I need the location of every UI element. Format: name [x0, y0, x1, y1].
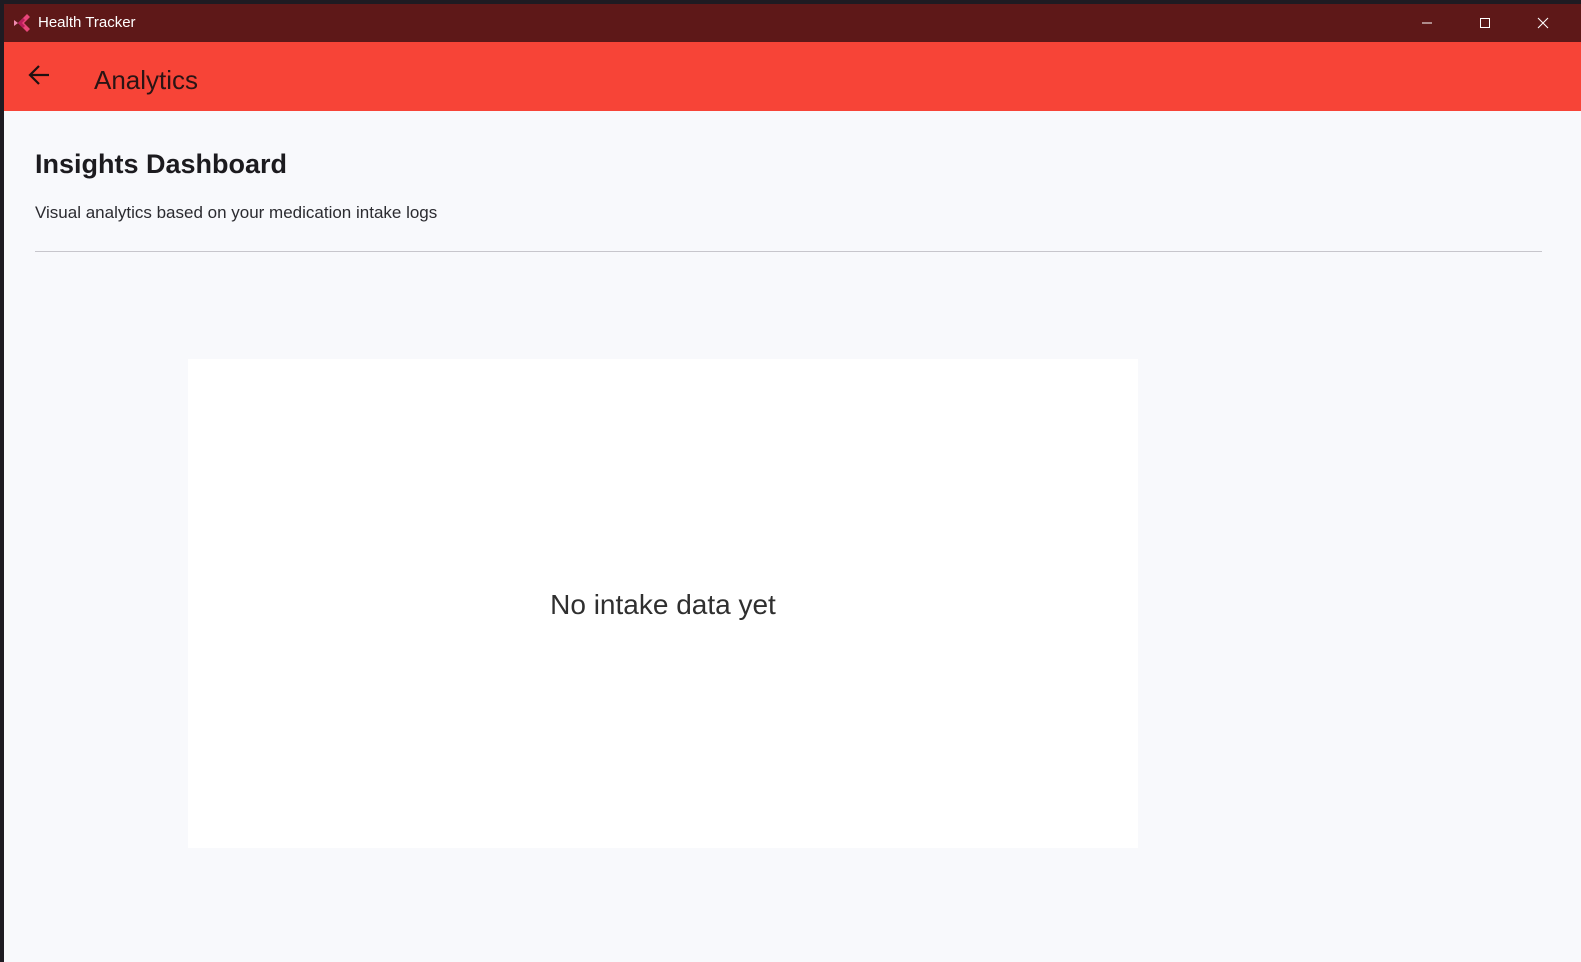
intake-chart-card: No intake data yet — [188, 359, 1138, 848]
app-window: Health Tracker Analytics Insights Dashbo… — [4, 4, 1581, 962]
maximize-button[interactable] — [1456, 4, 1514, 42]
back-button[interactable] — [18, 56, 60, 98]
arrow-left-icon — [28, 64, 50, 90]
appbar-title: Analytics — [94, 65, 199, 95]
app-logo-icon — [14, 14, 30, 32]
page-title: Insights Dashboard — [35, 149, 288, 179]
minimize-icon — [1421, 17, 1433, 29]
close-button[interactable] — [1514, 4, 1572, 42]
minimize-button[interactable] — [1398, 4, 1456, 42]
maximize-icon — [1479, 17, 1491, 29]
empty-state-message: No intake data yet — [550, 588, 776, 620]
window-title: Health Tracker — [38, 14, 136, 31]
app-bar: Analytics — [4, 42, 1581, 111]
page-subtitle: Visual analytics based on your medicatio… — [35, 203, 438, 222]
window-titlebar[interactable]: Health Tracker — [4, 4, 1581, 42]
section-divider — [35, 251, 1542, 252]
close-icon — [1537, 17, 1549, 29]
